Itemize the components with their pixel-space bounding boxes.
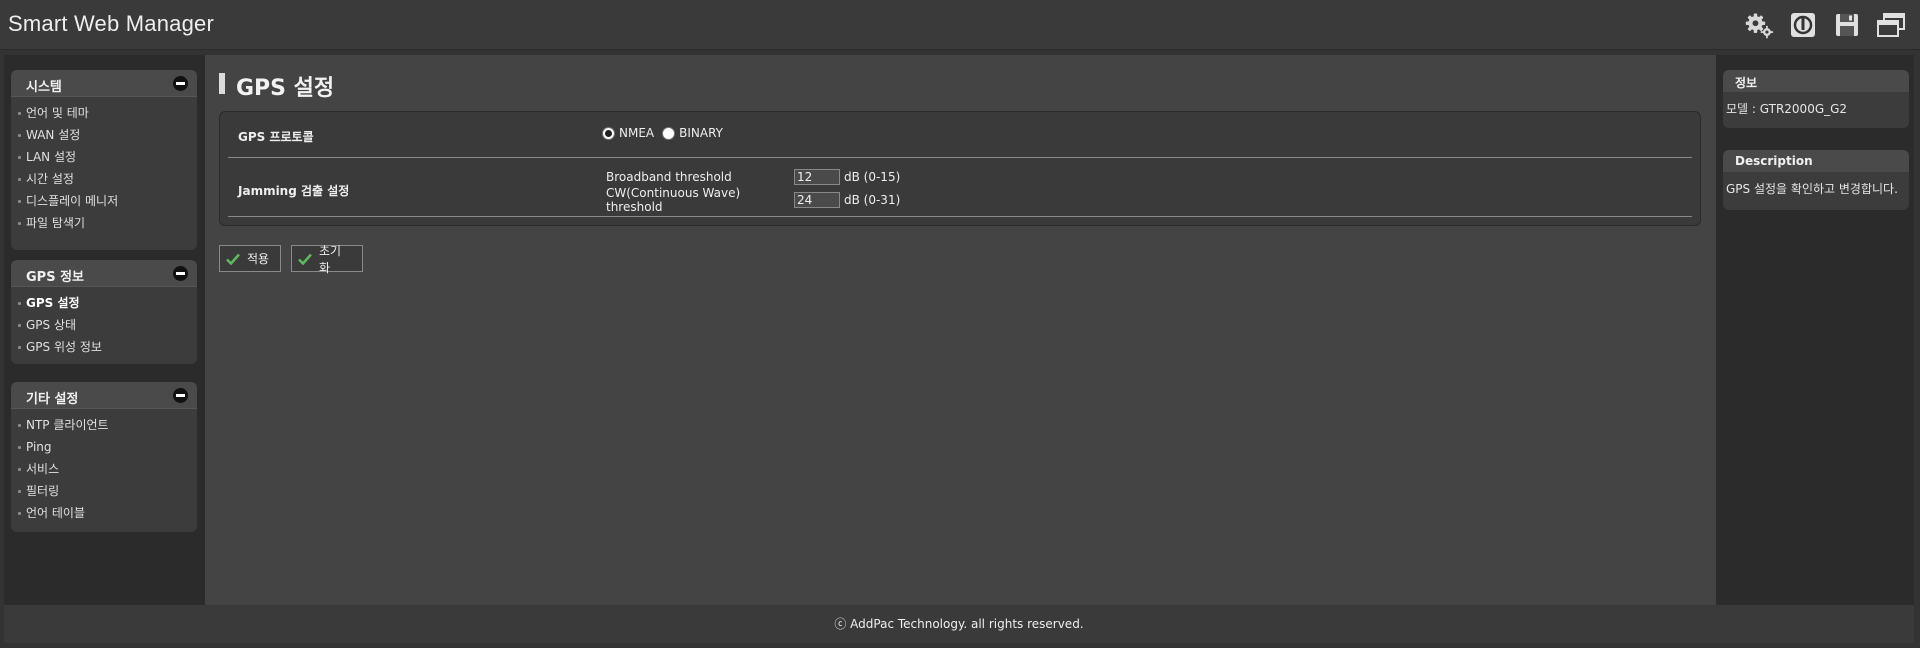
menu-group-gps: GPS 정보 GPS 설정 GPS 상태 GPS 위성 정보 bbox=[11, 260, 197, 364]
app-header: Smart Web Manager bbox=[0, 0, 1920, 50]
page-title: GPS 설정 bbox=[236, 76, 335, 101]
gps-protocol-row: GPS 프로토콜 NMEA BINARY bbox=[228, 112, 1692, 158]
apply-button-label: 적용 bbox=[247, 252, 270, 266]
menu-group-title: 기타 설정 bbox=[26, 392, 79, 407]
reset-button-label: 초기화 bbox=[318, 243, 342, 275]
nmea-radio-label[interactable]: NMEA bbox=[619, 126, 654, 140]
cw-threshold-label: CW(Continuous Wave) threshold bbox=[606, 186, 741, 214]
broadband-threshold-input[interactable] bbox=[794, 169, 840, 185]
header-toolbar bbox=[1744, 10, 1906, 40]
checkmark-icon bbox=[226, 253, 240, 265]
sidebar-item-gps-settings[interactable]: GPS 설정 bbox=[11, 292, 197, 314]
sidebar-item-ntp-client[interactable]: NTP 클라이언트 bbox=[11, 414, 197, 436]
settings-gears-icon[interactable] bbox=[1744, 10, 1774, 40]
cw-threshold-input[interactable] bbox=[794, 192, 840, 208]
sidebar-item-gps-status[interactable]: GPS 상태 bbox=[11, 314, 197, 336]
sidebar-item-language-theme[interactable]: 언어 및 테마 bbox=[11, 102, 197, 124]
sidebar-item-ping[interactable]: Ping bbox=[11, 436, 197, 458]
sidebar-item-lan[interactable]: LAN 설정 bbox=[11, 146, 197, 168]
app-title: Smart Web Manager bbox=[8, 11, 214, 36]
sidebar-item-filtering[interactable]: 필터링 bbox=[11, 480, 197, 502]
cw-threshold-unit: dB (0-31) bbox=[844, 193, 901, 207]
gps-settings-panel: GPS 프로토콜 NMEA BINARY Jamming 검출 설정 Broad… bbox=[219, 111, 1701, 226]
collapse-minus-icon[interactable] bbox=[173, 76, 188, 91]
cw-threshold-row: CW(Continuous Wave) threshold dB (0-31) bbox=[606, 186, 900, 214]
binary-radio[interactable] bbox=[662, 126, 676, 140]
footer: ⓒ AddPac Technology. all rights reserved… bbox=[4, 605, 1914, 643]
save-disk-icon[interactable] bbox=[1832, 10, 1862, 40]
broadband-threshold-label: Broadband threshold bbox=[606, 170, 732, 184]
collapse-minus-icon[interactable] bbox=[173, 266, 188, 281]
sidebar-item-time[interactable]: 시간 설정 bbox=[11, 168, 197, 190]
description-text: GPS 설정을 확인하고 변경합니다. bbox=[1726, 182, 1898, 196]
sidebar-item-file-explorer[interactable]: 파일 탐색기 bbox=[11, 212, 197, 234]
menu-group-other: 기타 설정 NTP 클라이언트 Ping 서비스 필터링 언어 테이블 bbox=[11, 382, 197, 532]
title-accent-bar bbox=[219, 73, 225, 94]
sidebar-item-language-table[interactable]: 언어 테이블 bbox=[11, 502, 197, 524]
broadband-threshold-row: Broadband threshold dB (0-15) bbox=[606, 169, 900, 185]
gps-protocol-label: GPS 프로토콜 bbox=[238, 130, 314, 144]
right-info-panel: 정보 모델 : GTR2000G_G2 Description GPS 설정을 … bbox=[1716, 55, 1914, 605]
sidebar-item-gps-satellite[interactable]: GPS 위성 정보 bbox=[11, 336, 197, 358]
menu-group-title: GPS 정보 bbox=[26, 270, 85, 285]
main-content: GPS 설정 GPS 프로토콜 NMEA BINARY Jamming 검출 설… bbox=[205, 55, 1716, 605]
jamming-detection-row: Jamming 검출 설정 Broadband threshold dB (0-… bbox=[228, 158, 1692, 217]
windows-icon[interactable] bbox=[1876, 10, 1906, 40]
nmea-radio[interactable] bbox=[602, 126, 615, 140]
jamming-detection-label: Jamming 검출 설정 bbox=[238, 184, 350, 198]
copyright-text: ⓒ AddPac Technology. all rights reserved… bbox=[834, 617, 1084, 631]
collapse-minus-icon[interactable] bbox=[173, 388, 188, 403]
model-text: 모델 : GTR2000G_G2 bbox=[1726, 102, 1848, 116]
apply-button[interactable]: 적용 bbox=[219, 245, 281, 272]
info-box: 정보 모델 : GTR2000G_G2 bbox=[1723, 70, 1909, 128]
binary-radio-label[interactable]: BINARY bbox=[679, 126, 723, 140]
menu-group-title: 시스템 bbox=[26, 80, 62, 95]
menu-group-header[interactable]: GPS 정보 bbox=[11, 260, 197, 287]
reset-button[interactable]: 초기화 bbox=[291, 244, 363, 275]
sidebar-item-wan[interactable]: WAN 설정 bbox=[11, 124, 197, 146]
info-title: 정보 bbox=[1723, 70, 1909, 92]
power-icon[interactable] bbox=[1788, 10, 1818, 40]
gps-protocol-radio-group: NMEA BINARY bbox=[602, 126, 731, 140]
sidebar-item-display-manager[interactable]: 디스플레이 메니저 bbox=[11, 190, 197, 212]
checkmark-icon bbox=[298, 253, 312, 265]
sidebar: 시스템 언어 및 테마 WAN 설정 LAN 설정 시간 설정 디스플레이 메니… bbox=[4, 55, 205, 605]
description-title: Description bbox=[1723, 150, 1909, 172]
description-box: Description GPS 설정을 확인하고 변경합니다. bbox=[1723, 150, 1909, 210]
menu-group-header[interactable]: 기타 설정 bbox=[11, 382, 197, 409]
menu-group-header[interactable]: 시스템 bbox=[11, 70, 197, 97]
broadband-threshold-unit: dB (0-15) bbox=[844, 170, 901, 184]
menu-group-system: 시스템 언어 및 테마 WAN 설정 LAN 설정 시간 설정 디스플레이 메니… bbox=[11, 70, 197, 250]
sidebar-item-service[interactable]: 서비스 bbox=[11, 458, 197, 480]
